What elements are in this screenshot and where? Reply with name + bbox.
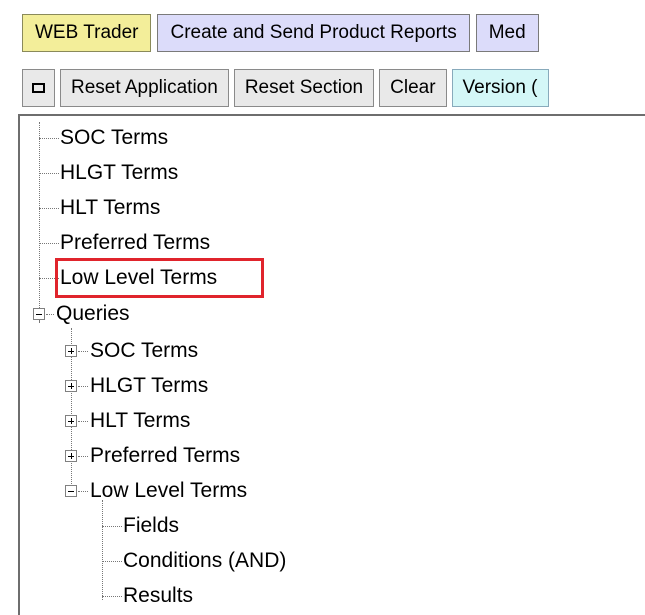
expand-icon[interactable] [65, 380, 77, 392]
reset-section-button[interactable]: Reset Section [233, 69, 375, 107]
tree-connector [39, 173, 59, 174]
tree-item-preferred-terms[interactable]: Preferred Terms [60, 228, 210, 258]
tree-connector [78, 421, 88, 422]
tree-item-hlgt-terms[interactable]: HLGT Terms [60, 158, 178, 188]
tree-connector [46, 314, 54, 315]
tree-connector [78, 491, 88, 492]
tree-item-queries[interactable]: Queries [56, 299, 130, 329]
clear-button[interactable]: Clear [379, 69, 447, 107]
expand-icon[interactable] [65, 450, 77, 462]
tree-connector [102, 596, 122, 597]
expand-icon[interactable] [65, 345, 77, 357]
toolbar: Reset Application Reset Section Clear Ve… [22, 69, 549, 107]
tree-item-hlt-terms[interactable]: HLT Terms [60, 193, 160, 223]
tree-connector [102, 526, 122, 527]
tree-item-queries-hlgt-terms[interactable]: HLGT Terms [90, 371, 208, 401]
tree-connector [39, 320, 40, 322]
window-square-icon [32, 83, 45, 93]
tree-connector [78, 386, 88, 387]
tree-connector [78, 456, 88, 457]
tree-item-conditions-and[interactable]: Conditions (AND) [123, 546, 286, 576]
tab-web-trader[interactable]: WEB Trader [22, 14, 152, 52]
tree-item-low-level-terms[interactable]: Low Level Terms [60, 263, 217, 293]
window-toggle-button[interactable] [22, 69, 55, 107]
tree-item-results[interactable]: Results [123, 581, 193, 611]
tree-item-queries-soc-terms[interactable]: SOC Terms [90, 336, 198, 366]
collapse-icon[interactable] [33, 308, 45, 320]
tree-connector [39, 208, 59, 209]
tree-connector [102, 561, 122, 562]
tree-connector [39, 138, 59, 139]
tab-create-send-product-reports[interactable]: Create and Send Product Reports [157, 14, 470, 52]
tree-connector [39, 122, 40, 308]
tree-panel: SOC Terms HLGT Terms HLT Terms Preferred… [18, 114, 645, 615]
module-tabbar: WEB Trader Create and Send Product Repor… [22, 14, 539, 52]
tree-connector [102, 500, 103, 600]
expand-icon[interactable] [65, 415, 77, 427]
tree-connector [39, 243, 59, 244]
reset-application-button[interactable]: Reset Application [60, 69, 229, 107]
collapse-icon[interactable] [65, 485, 77, 497]
tree-item-fields[interactable]: Fields [123, 511, 179, 541]
tree-connector [39, 278, 59, 279]
tree-item-queries-hlt-terms[interactable]: HLT Terms [90, 406, 190, 436]
terms-tree: SOC Terms HLGT Terms HLT Terms Preferred… [20, 116, 645, 615]
tree-item-queries-low-level-terms[interactable]: Low Level Terms [90, 476, 247, 506]
version-button[interactable]: Version ( [451, 69, 549, 107]
tree-item-soc-terms[interactable]: SOC Terms [60, 123, 168, 153]
tab-med[interactable]: Med [475, 14, 539, 52]
tree-connector [78, 351, 88, 352]
tree-item-queries-preferred-terms[interactable]: Preferred Terms [90, 441, 240, 471]
